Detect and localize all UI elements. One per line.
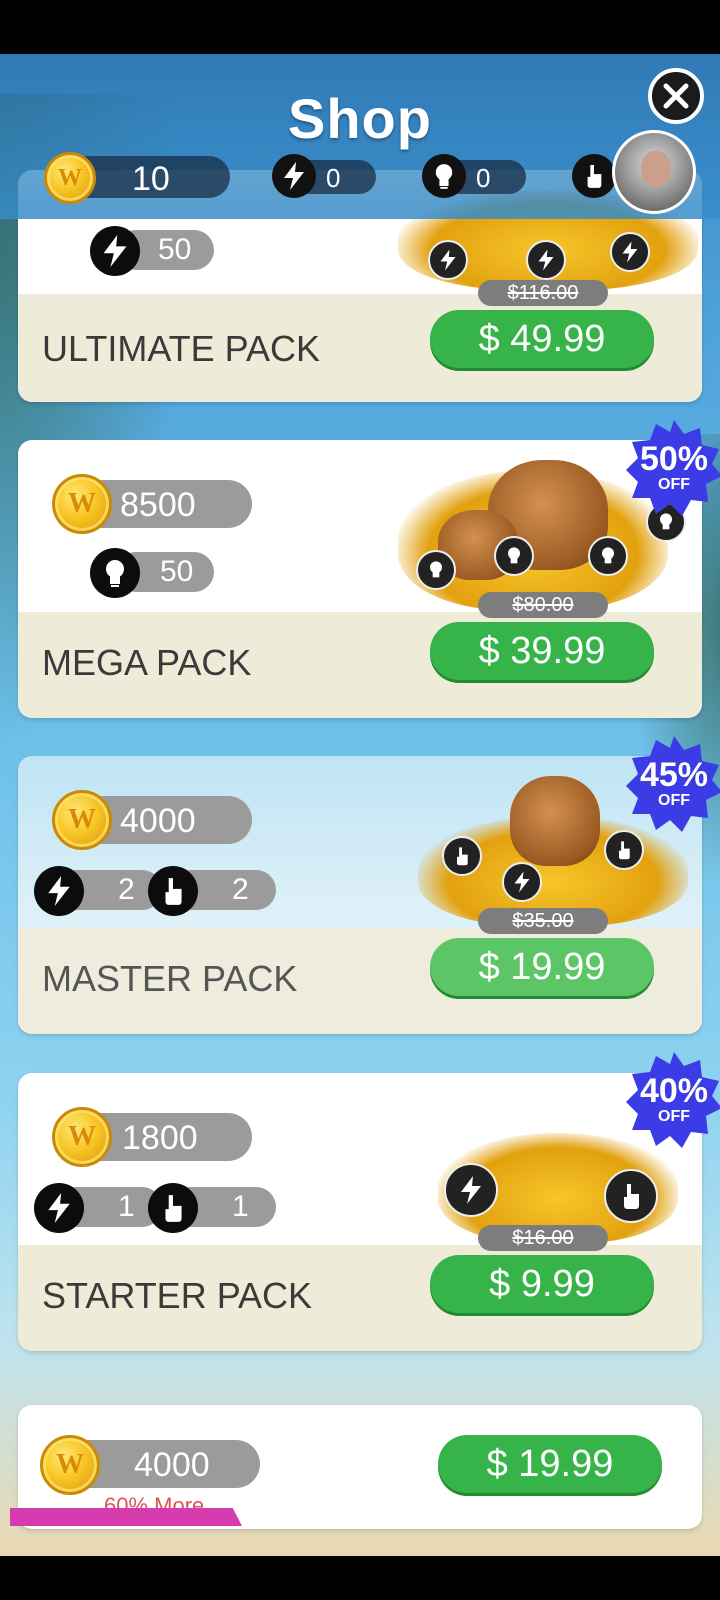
starter-pack-card[interactable]: 1800 W 1 1 $16.00 $ 9.99 STARTER PACK xyxy=(18,1073,702,1351)
discount-badge: 50% OFF xyxy=(626,420,720,516)
bolt-icon xyxy=(90,226,140,276)
bolt-icon xyxy=(428,240,468,280)
hint-balance: 0 xyxy=(476,163,491,193)
shop-header: Shop 10 W 0 0 xyxy=(0,54,720,219)
bulb-icon xyxy=(422,154,466,198)
pointer-icon xyxy=(442,836,482,876)
hint-amount: 50 xyxy=(160,555,194,588)
bulb-icon xyxy=(90,548,140,598)
close-button[interactable] xyxy=(648,68,704,124)
shop-list[interactable]: 50 $116.00 $ 49.99 ULTIMATE PACK 8500 W … xyxy=(0,54,720,1556)
coin-icon: W xyxy=(52,790,112,850)
boost-amount: 50 xyxy=(158,233,192,266)
buy-master-pack-button[interactable]: $ 19.99 xyxy=(430,938,654,996)
coin-amount: 4000 xyxy=(120,802,196,840)
bolt-icon xyxy=(610,232,650,272)
coin-amount: 4000 xyxy=(134,1446,210,1484)
pack-name: STARTER PACK xyxy=(42,1275,313,1316)
bulb-icon xyxy=(588,536,628,576)
bulb-icon xyxy=(494,536,534,576)
pack-name: MEGA PACK xyxy=(42,642,252,683)
coin-balance: 10 xyxy=(132,160,170,198)
buy-starter-pack-button[interactable]: $ 9.99 xyxy=(430,1255,654,1313)
discount-badge: 40% OFF xyxy=(626,1052,720,1148)
navigation-bar xyxy=(0,1556,720,1600)
coin-icon: W xyxy=(40,1435,100,1495)
mega-pack-card[interactable]: 8500 W 50 $80.00 $ 39.99 MEGA PACK xyxy=(18,440,702,718)
next-offer-tab xyxy=(10,1508,242,1526)
buy-mega-pack-button[interactable]: $ 39.99 xyxy=(430,622,654,680)
coin-amount: 8500 xyxy=(120,486,196,524)
coin-icon: W xyxy=(52,1107,112,1167)
bolt-icon xyxy=(444,1163,498,1217)
original-price: $116.00 xyxy=(478,280,608,306)
bolt-icon xyxy=(34,1183,84,1233)
bolt-icon xyxy=(526,240,566,280)
buy-ultimate-pack-button[interactable]: $ 49.99 xyxy=(430,310,654,368)
boost-amount: 1 xyxy=(118,1190,135,1223)
pack-name: ULTIMATE PACK xyxy=(42,328,321,369)
original-price: $16.00 xyxy=(478,1225,608,1251)
bolt-icon xyxy=(272,154,316,198)
original-price: $35.00 xyxy=(478,908,608,934)
close-icon xyxy=(663,83,689,109)
boost-balance: 0 xyxy=(326,163,341,193)
pointer-icon xyxy=(604,1169,658,1223)
page-title: Shop xyxy=(288,87,432,150)
original-price: $80.00 xyxy=(478,592,608,618)
discount-off-label: OFF xyxy=(658,476,690,493)
discount-off-label: OFF xyxy=(658,1108,690,1125)
discount-badge: 45% OFF xyxy=(626,736,720,832)
coin-icon: W xyxy=(44,152,96,204)
pack-name: MASTER PACK xyxy=(42,958,298,999)
discount-percent: 45% xyxy=(639,756,709,794)
master-pack-card[interactable]: 4000 W 2 2 $35.00 $ 19.99 MASTER PACK xyxy=(18,756,702,1034)
pointer-icon xyxy=(604,830,644,870)
pointer-icon[interactable] xyxy=(572,154,616,198)
coin-icon: W xyxy=(52,474,112,534)
boost-amount: 2 xyxy=(118,873,135,906)
pointer-icon xyxy=(148,866,198,916)
coin-amount: 1800 xyxy=(122,1119,198,1157)
pointer-icon xyxy=(148,1183,198,1233)
bolt-icon xyxy=(34,866,84,916)
discount-percent: 40% xyxy=(639,1072,709,1110)
buy-coins-button[interactable]: $ 19.99 xyxy=(438,1435,662,1493)
status-bar xyxy=(0,0,720,54)
pointer-amount: 1 xyxy=(232,1190,249,1223)
gold-bag xyxy=(510,776,600,866)
bolt-icon xyxy=(502,862,542,902)
discount-percent: 50% xyxy=(639,440,709,478)
bulb-icon xyxy=(416,550,456,590)
discount-off-label: OFF xyxy=(658,792,690,809)
pointer-amount: 2 xyxy=(232,873,249,906)
avatar[interactable] xyxy=(612,130,696,214)
